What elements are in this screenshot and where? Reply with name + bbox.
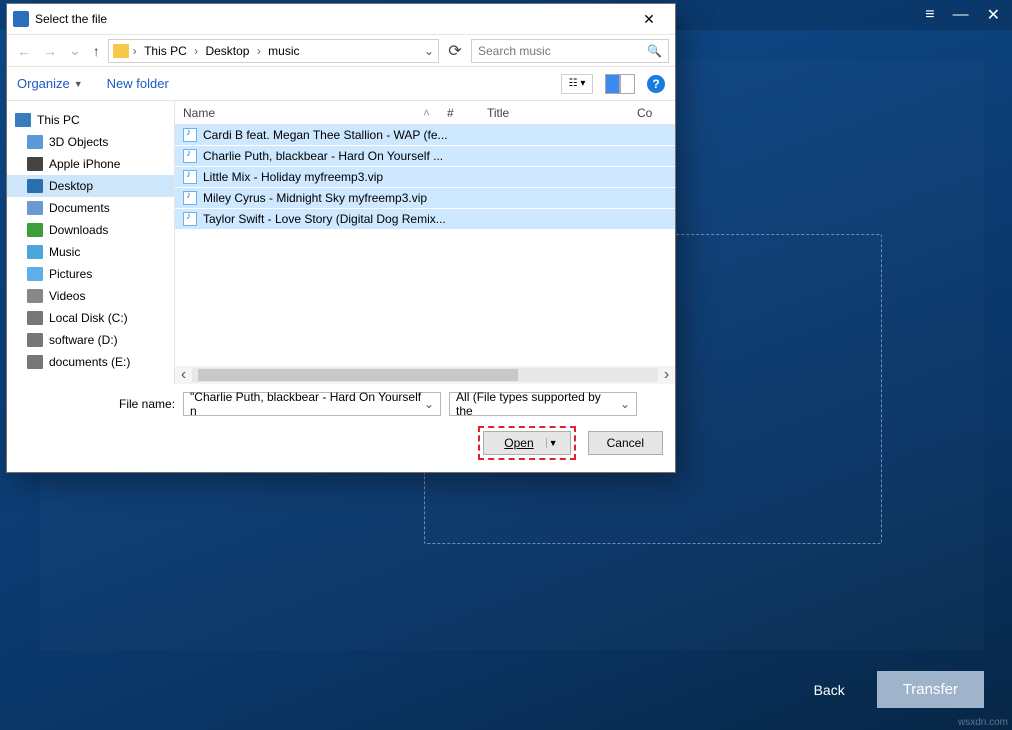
search-icon: 🔍	[647, 44, 662, 58]
file-row[interactable]: Taylor Swift - Love Story (Digital Dog R…	[175, 209, 675, 230]
tree-pictures[interactable]: Pictures	[7, 263, 174, 285]
toolbar: Organize ▼ New folder ☷ ▾ ?	[7, 66, 675, 100]
tree-music[interactable]: Music	[7, 241, 174, 263]
music-file-icon	[183, 191, 197, 205]
back-button[interactable]: Back	[802, 674, 857, 706]
file-row[interactable]: Cardi B feat. Megan Thee Stallion - WAP …	[175, 125, 675, 146]
nav-recent-icon[interactable]: ⌄	[65, 42, 85, 59]
nav-forward-icon[interactable]: →	[39, 43, 61, 59]
tree-3d-objects[interactable]: 3D Objects	[7, 131, 174, 153]
open-button[interactable]: Open▼	[483, 431, 570, 455]
watermark: wsxdn.com	[958, 717, 1008, 728]
tree-desktop[interactable]: Desktop	[7, 175, 174, 197]
music-file-icon	[183, 170, 197, 184]
horizontal-scrollbar[interactable]: ‹›	[175, 366, 675, 384]
folder-tree[interactable]: This PC 3D Objects Apple iPhone Desktop …	[7, 101, 175, 384]
music-file-icon	[183, 212, 197, 226]
app-icon	[13, 11, 29, 27]
col-co[interactable]: Co	[629, 106, 675, 120]
organize-menu[interactable]: Organize ▼	[17, 76, 83, 91]
dialog-close-button[interactable]: ✕	[629, 11, 669, 28]
filename-input[interactable]: "Charlie Puth, blackbear - Hard On Yours…	[183, 392, 441, 416]
tree-d-drive[interactable]: software (D:)	[7, 329, 174, 351]
col-name[interactable]: Name ˄	[175, 106, 439, 120]
music-file-icon	[183, 149, 197, 163]
filetype-select[interactable]: All (File types supported by the⌄	[449, 392, 637, 416]
list-icon[interactable]: ≡	[925, 6, 934, 24]
music-file-icon	[183, 128, 197, 142]
bg-footer: Back Transfer	[802, 671, 984, 708]
file-dialog: Select the file ✕ ← → ⌄ ↑ › This PC › De…	[6, 3, 676, 473]
file-row[interactable]: Miley Cyrus - Midnight Sky myfreemp3.vip	[175, 188, 675, 209]
cancel-button[interactable]: Cancel	[588, 431, 663, 455]
minimize-icon[interactable]: —	[953, 6, 969, 24]
column-headers[interactable]: Name ˄ # Title Co	[175, 101, 675, 125]
col-title[interactable]: Title	[479, 106, 629, 120]
close-icon[interactable]: ✕	[987, 5, 1000, 25]
search-input[interactable]: Search music 🔍	[471, 39, 669, 63]
view-options[interactable]: ☷ ▾	[561, 74, 593, 94]
preview-pane-toggle[interactable]	[605, 74, 635, 94]
dialog-title: Select the file	[35, 12, 107, 26]
tree-documents[interactable]: Documents	[7, 197, 174, 219]
tree-c-drive[interactable]: Local Disk (C:)	[7, 307, 174, 329]
breadcrumb[interactable]: › This PC › Desktop › music ⌄	[108, 39, 439, 63]
open-button-highlight: Open▼	[478, 426, 575, 460]
tree-apple-iphone[interactable]: Apple iPhone	[7, 153, 174, 175]
tree-videos[interactable]: Videos	[7, 285, 174, 307]
tree-downloads[interactable]: Downloads	[7, 219, 174, 241]
folder-icon	[113, 44, 129, 58]
filename-label: File name:	[119, 397, 175, 411]
help-icon[interactable]: ?	[647, 75, 665, 93]
tree-this-pc[interactable]: This PC	[7, 109, 174, 131]
tree-e-drive[interactable]: documents (E:)	[7, 351, 174, 373]
file-row[interactable]: Little Mix - Holiday myfreemp3.vip	[175, 167, 675, 188]
new-folder-button[interactable]: New folder	[107, 76, 169, 91]
nav-back-icon[interactable]: ←	[13, 43, 35, 59]
col-number[interactable]: #	[439, 106, 479, 120]
path-dropdown-icon[interactable]: ⌄	[424, 44, 434, 58]
nav-row: ← → ⌄ ↑ › This PC › Desktop › music ⌄ ⟳ …	[7, 34, 675, 66]
file-row[interactable]: Charlie Puth, blackbear - Hard On Yourse…	[175, 146, 675, 167]
nav-up-icon[interactable]: ↑	[89, 43, 104, 59]
dialog-titlebar: Select the file ✕	[7, 4, 675, 34]
file-list: Name ˄ # Title Co Cardi B feat. Megan Th…	[175, 101, 675, 384]
refresh-icon[interactable]: ⟳	[443, 41, 467, 61]
transfer-button[interactable]: Transfer	[877, 671, 984, 708]
dialog-footer: File name: "Charlie Puth, blackbear - Ha…	[7, 384, 675, 472]
